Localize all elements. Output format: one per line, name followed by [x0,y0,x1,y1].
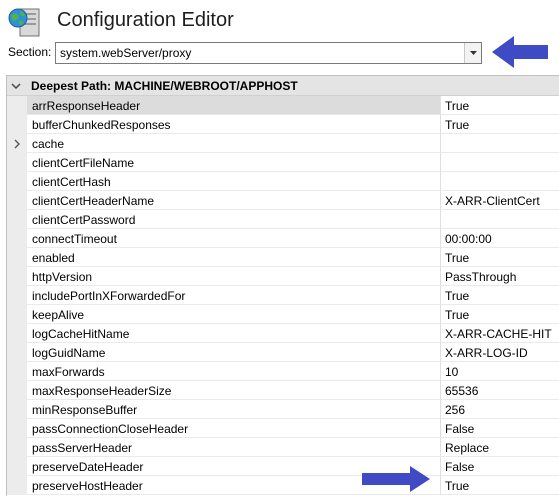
property-name: clientCertFileName [27,153,440,172]
property-row[interactable]: maxForwards 10 [7,362,559,381]
property-row[interactable]: clientCertHeaderName X-ARR-ClientCert [7,191,559,210]
globe-config-icon [8,8,40,37]
property-value[interactable]: True [440,115,559,134]
section-label: Section: [8,45,52,59]
property-value[interactable] [440,210,559,229]
property-name: httpVersion [27,267,440,286]
row-gutter [7,153,27,172]
property-value[interactable]: True [440,248,559,267]
property-name: minResponseBuffer [27,400,440,419]
property-row[interactable]: clientCertFileName [7,153,559,172]
row-gutter [7,343,27,362]
row-gutter [7,248,27,267]
property-value[interactable]: True [440,305,559,324]
property-name: clientCertPassword [27,210,440,229]
property-row[interactable]: passServerHeader Replace [7,438,559,457]
property-name: bufferChunkedResponses [27,115,440,134]
arrow-right-icon [362,466,430,492]
chevron-down-icon[interactable] [11,81,21,91]
property-row[interactable]: httpVersion PassThrough [7,267,559,286]
property-value[interactable]: X-ARR-CACHE-HIT [440,324,559,343]
property-value[interactable]: 00:00:00 [440,229,559,248]
property-value[interactable]: False [440,419,559,438]
property-value[interactable]: 65536 [440,381,559,400]
row-gutter [7,172,27,191]
property-row[interactable]: clientCertHash [7,172,559,191]
property-row[interactable]: preserveDateHeader False [7,457,559,476]
property-value[interactable]: Replace [440,438,559,457]
property-name: includePortInXForwardedFor [27,286,440,305]
property-value[interactable] [440,172,559,191]
property-row[interactable]: cache [7,134,559,153]
property-row[interactable]: connectTimeout 00:00:00 [7,229,559,248]
row-gutter [7,419,27,438]
property-row[interactable]: includePortInXForwardedFor True [7,286,559,305]
page-title: Configuration Editor [57,9,234,31]
row-gutter [7,457,27,476]
chevron-right-icon[interactable] [13,139,21,149]
property-grid: Deepest Path: MACHINE/WEBROOT/APPHOST ar… [6,75,559,496]
property-name: logGuidName [27,343,440,362]
row-gutter [7,381,27,400]
property-list: arrResponseHeader True bufferChunkedRespon… [7,96,559,495]
chevron-down-icon [470,51,477,55]
property-row[interactable]: logGuidName X-ARR-LOG-ID [7,343,559,362]
row-gutter [7,134,27,153]
row-gutter [7,210,27,229]
row-gutter [7,362,27,381]
section-value: system.webServer/proxy [60,46,192,60]
dropdown-button[interactable] [464,43,481,63]
property-name: maxForwards [27,362,440,381]
property-name: maxResponseHeaderSize [27,381,440,400]
property-row[interactable]: preserveHostHeader True [7,476,559,495]
group-label: Deepest Path: MACHINE/WEBROOT/APPHOST [31,79,298,93]
row-gutter [7,305,27,324]
property-row[interactable]: maxResponseHeaderSize 65536 [7,381,559,400]
property-row[interactable]: enabled True [7,248,559,267]
property-row[interactable]: bufferChunkedResponses True [7,115,559,134]
row-gutter [7,96,27,115]
property-row[interactable]: logCacheHitName X-ARR-CACHE-HIT [7,324,559,343]
section-dropdown[interactable]: system.webServer/proxy [55,42,482,64]
property-name: clientCertHash [27,172,440,191]
row-gutter [7,400,27,419]
row-gutter [7,286,27,305]
property-value[interactable]: False [440,457,559,476]
property-name: passServerHeader [27,438,440,457]
property-name: keepAlive [27,305,440,324]
property-name: clientCertHeaderName [27,191,440,210]
header: Configuration Editor [0,0,559,40]
group-header[interactable]: Deepest Path: MACHINE/WEBROOT/APPHOST [7,76,559,96]
row-gutter [7,438,27,457]
property-row[interactable]: clientCertPassword [7,210,559,229]
row-gutter [7,115,27,134]
property-row[interactable]: keepAlive True [7,305,559,324]
property-value[interactable]: 10 [440,362,559,381]
row-gutter [7,191,27,210]
property-name: arrResponseHeader [27,96,440,115]
property-row[interactable]: arrResponseHeader True [7,96,559,115]
property-value[interactable]: X-ARR-LOG-ID [440,343,559,362]
property-value[interactable] [440,153,559,172]
property-value[interactable]: True [440,476,559,495]
property-value[interactable]: True [440,96,559,115]
property-value[interactable]: PassThrough [440,267,559,286]
row-gutter [7,324,27,343]
property-name: passConnectionCloseHeader [27,419,440,438]
property-row[interactable]: passConnectionCloseHeader False [7,419,559,438]
row-gutter [7,267,27,286]
property-value[interactable]: True [440,286,559,305]
property-name: cache [27,134,440,153]
property-row[interactable]: minResponseBuffer 256 [7,400,559,419]
property-value[interactable]: X-ARR-ClientCert [440,191,559,210]
row-gutter [7,476,27,495]
property-name: logCacheHitName [27,324,440,343]
property-value[interactable]: 256 [440,400,559,419]
arrow-left-icon [492,36,548,68]
property-name: connectTimeout [27,229,440,248]
row-gutter [7,229,27,248]
property-value[interactable] [440,134,559,153]
property-name: enabled [27,248,440,267]
